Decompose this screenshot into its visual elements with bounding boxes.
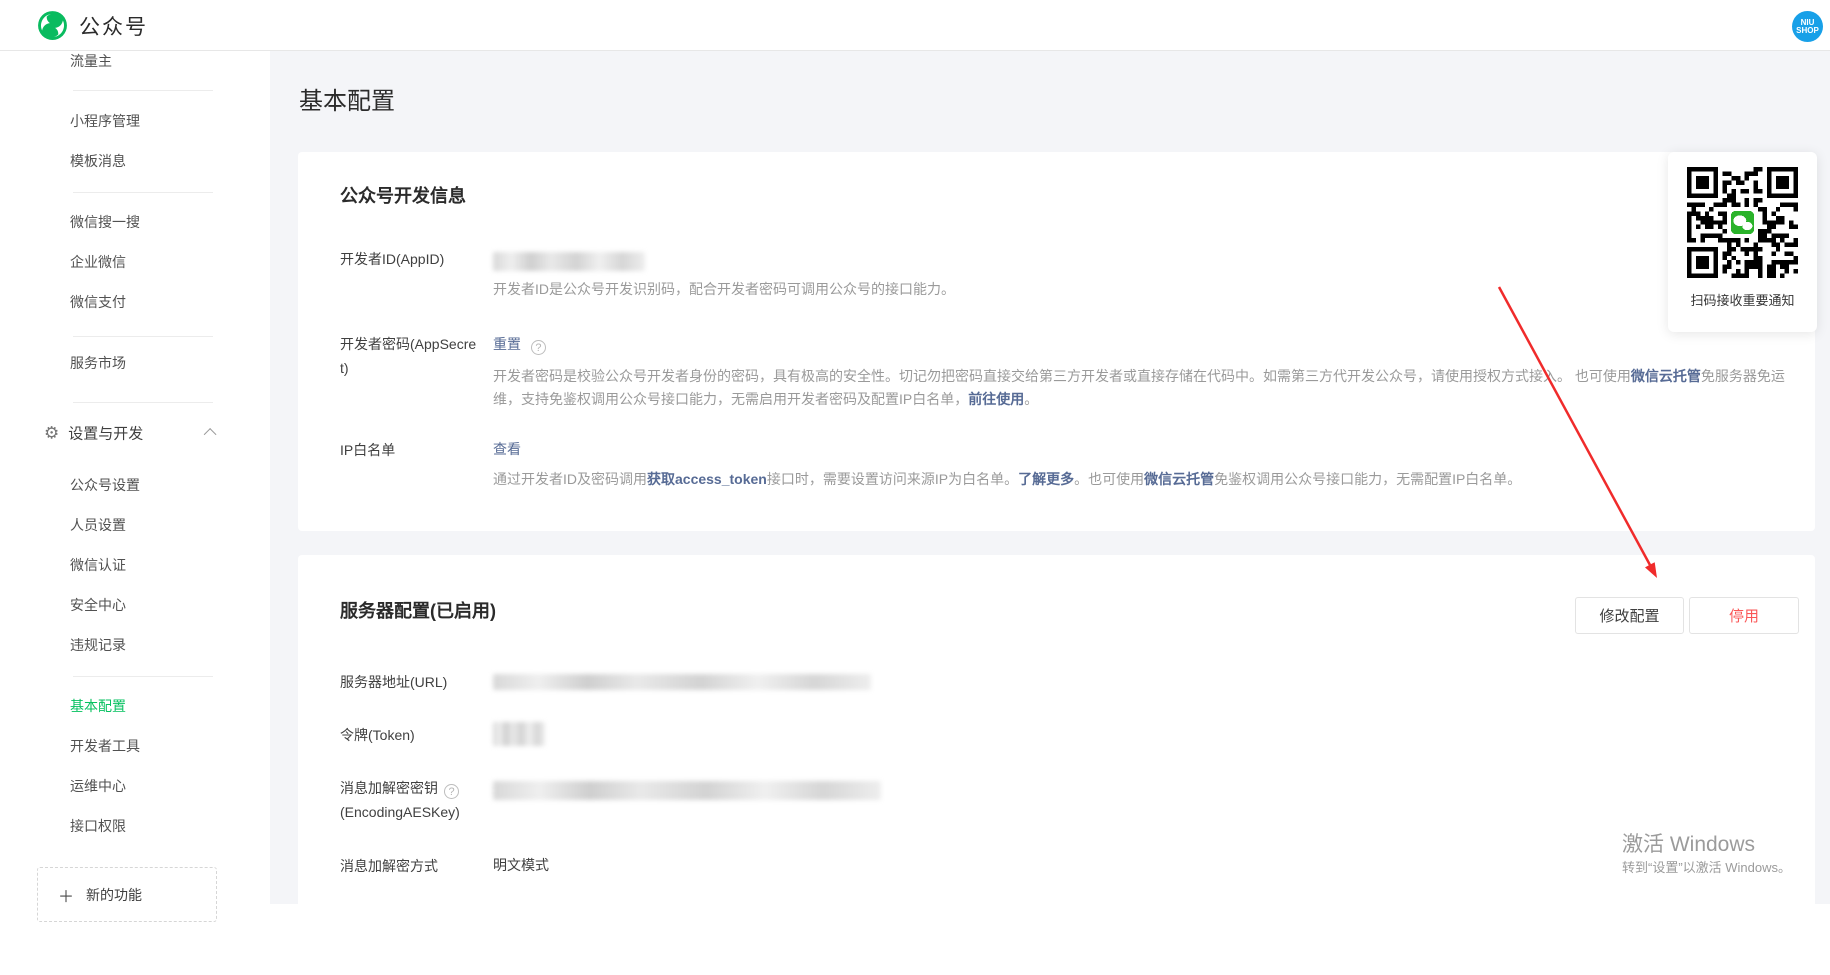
server-url-redacted-value: [493, 674, 871, 690]
appsecret-desc-text-1: 开发者密码是校验公众号开发者身份的密码，具有极高的安全性。切记勿把密码直接交给第…: [493, 368, 1631, 384]
aeskey-label: 消息加解密密钥?: [340, 776, 459, 800]
dev-info-section-title: 公众号开发信息: [340, 182, 466, 208]
ip-desc-text-2: 接口时，需要设置访问来源IP为白名单。: [767, 471, 1018, 487]
page-title: 基本配置: [299, 81, 395, 116]
brand-title: 公众号: [79, 11, 148, 41]
gear-icon: ⚙: [44, 425, 59, 442]
sidebar-item-ops-center[interactable]: 运维中心: [70, 776, 126, 796]
plus-icon: ＋: [58, 883, 74, 907]
appsecret-actions: 重置 ?: [493, 334, 546, 355]
aeskey-label-line2: (EncodingAESKey): [340, 800, 460, 824]
appsecret-help-icon[interactable]: ?: [531, 340, 546, 355]
sidebar-group-label: 设置与开发: [68, 423, 143, 444]
divider: [73, 676, 213, 677]
account-avatar[interactable]: Niu Shop: [1792, 11, 1823, 42]
sidebar-item-wechat-verification[interactable]: 微信认证: [70, 555, 126, 575]
sidebar-item-api-permissions[interactable]: 接口权限: [70, 816, 126, 836]
ip-whitelist-actions: 查看: [493, 439, 521, 459]
divider: [73, 402, 213, 403]
chevron-up-icon: [204, 428, 217, 441]
new-features-label: 新的功能: [86, 885, 142, 905]
ip-desc-text-3: 。也可使用: [1074, 471, 1144, 487]
access-token-link[interactable]: 获取access_token: [647, 471, 767, 487]
aeskey-redacted-value: [493, 781, 881, 800]
disable-button[interactable]: 停用: [1689, 597, 1799, 634]
ip-desc-text-4: 免鉴权调用公众号接口能力，无需配置IP白名单。: [1214, 471, 1521, 487]
ip-whitelist-label: IP白名单: [340, 438, 395, 462]
sidebar-item-developer-tools[interactable]: 开发者工具: [70, 736, 140, 756]
cloud-hosting-link-2[interactable]: 微信云托管: [1144, 471, 1214, 487]
sidebar-item-enterprise-wechat[interactable]: 企业微信: [70, 252, 126, 272]
aeskey-help-icon[interactable]: ?: [444, 784, 459, 799]
qr-code: [1687, 167, 1798, 278]
sidebar-item-account-settings[interactable]: 公众号设置: [70, 475, 140, 495]
sidebar-item-miniprogram-management[interactable]: 小程序管理: [70, 111, 140, 131]
modify-config-button[interactable]: 修改配置: [1575, 597, 1684, 634]
ip-desc-text-1: 通过开发者ID及密码调用: [493, 471, 647, 487]
appsecret-label: 开发者密码(AppSecret): [340, 332, 480, 380]
appsecret-description: 开发者密码是校验公众号开发者身份的密码，具有极高的安全性。切记勿把密码直接交给第…: [493, 365, 1793, 411]
avatar-text-line2: Shop: [1796, 27, 1819, 35]
main-content: 基本配置 公众号开发信息 开发者ID(AppID) 开发者ID是公众号开发识别码…: [270, 51, 1830, 904]
qr-notification-panel: 扫码接收重要通知: [1668, 152, 1817, 332]
sidebar: 流量主 小程序管理 模板消息 微信搜一搜 企业微信 微信支付 服务市场 ⚙ 设置…: [0, 51, 270, 904]
divider: [73, 192, 213, 193]
sidebar-item-new-features[interactable]: ＋ 新的功能: [37, 867, 217, 922]
encrypt-method-label: 消息加解密方式: [340, 854, 438, 878]
qr-code-svg: [1687, 167, 1798, 278]
sidebar-group-settings-and-dev[interactable]: ⚙ 设置与开发: [44, 423, 244, 444]
brand[interactable]: 公众号: [36, 9, 148, 42]
token-label: 令牌(Token): [340, 723, 415, 747]
appid-redacted-value: [493, 252, 645, 271]
qr-wechat-logo-group: [1731, 211, 1754, 234]
sidebar-item-basic-config[interactable]: 基本配置: [70, 696, 126, 716]
wechat-mp-logo: [36, 9, 69, 42]
appid-label: 开发者ID(AppID): [340, 247, 444, 271]
dev-info-card: 公众号开发信息 开发者ID(AppID) 开发者ID是公众号开发识别码，配合开发…: [298, 152, 1815, 531]
view-link[interactable]: 查看: [493, 441, 521, 457]
cloud-hosting-link[interactable]: 微信云托管: [1631, 368, 1701, 384]
sidebar-item-wechat-pay[interactable]: 微信支付: [70, 292, 126, 312]
windows-activation-watermark-line2: 转到“设置”以激活 Windows。: [1622, 857, 1791, 876]
sidebar-item-template-message[interactable]: 模板消息: [70, 151, 126, 171]
sidebar-item-wechat-search[interactable]: 微信搜一搜: [70, 212, 140, 232]
server-config-card: 服务器配置(已启用) 修改配置 停用 服务器地址(URL) 令牌(Token) …: [298, 555, 1815, 975]
sidebar-item-traffic-master[interactable]: 流量主: [70, 51, 112, 71]
windows-activation-watermark-line1: 激活 Windows: [1622, 828, 1755, 858]
aeskey-label-text: 消息加解密密钥: [340, 780, 438, 796]
goto-use-link[interactable]: 前往使用: [968, 391, 1024, 407]
server-url-label: 服务器地址(URL): [340, 670, 447, 694]
appid-description: 开发者ID是公众号开发识别码，配合开发者密码可调用公众号的接口能力。: [493, 278, 1793, 301]
server-config-section-title: 服务器配置(已启用): [340, 597, 496, 623]
encrypt-method-value: 明文模式: [493, 855, 549, 875]
topbar: 公众号 Niu Shop: [0, 0, 1830, 51]
reset-link[interactable]: 重置: [493, 336, 521, 352]
appsecret-desc-text-3: 。: [1024, 391, 1038, 407]
sidebar-item-violation-records[interactable]: 违规记录: [70, 635, 126, 655]
sidebar-item-service-market[interactable]: 服务市场: [70, 353, 126, 373]
sidebar-item-security-center[interactable]: 安全中心: [70, 595, 126, 615]
ip-whitelist-description: 通过开发者ID及密码调用获取access_token接口时，需要设置访问来源IP…: [493, 468, 1793, 491]
qr-caption: 扫码接收重要通知: [1668, 290, 1817, 309]
divider: [73, 90, 213, 91]
sidebar-item-staff-settings[interactable]: 人员设置: [70, 515, 126, 535]
token-redacted-value: [493, 722, 545, 746]
learn-more-link[interactable]: 了解更多: [1018, 471, 1074, 487]
divider: [73, 336, 213, 337]
